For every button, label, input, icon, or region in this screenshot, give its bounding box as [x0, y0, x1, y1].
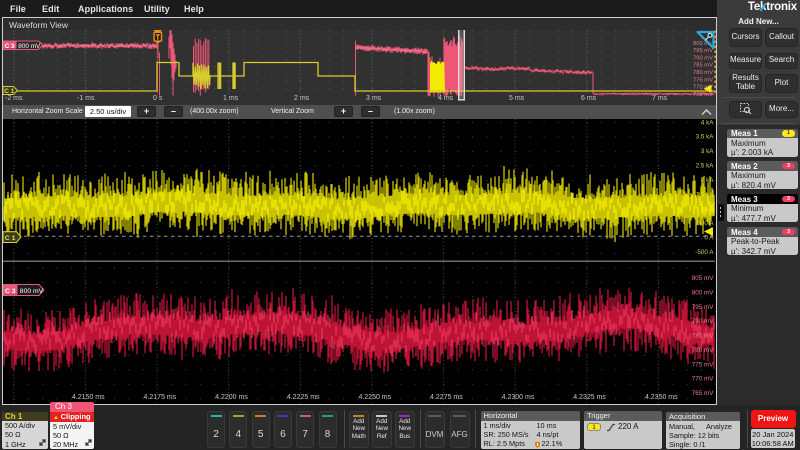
svg-text:775 mV: 775 mV [693, 77, 713, 83]
svg-text:3 kA: 3 kA [701, 148, 714, 155]
svg-text:765 mV: 765 mV [692, 390, 715, 397]
svg-text:770 mV: 770 mV [692, 376, 715, 383]
svg-text:790 mV: 790 mV [693, 55, 713, 61]
svg-text:800 mV: 800 mV [692, 290, 715, 297]
svg-text:C 3: C 3 [5, 42, 15, 49]
svg-text:-500 A: -500 A [695, 249, 714, 256]
svg-text:C 3: C 3 [5, 288, 16, 295]
svg-text:800 mV: 800 mV [18, 42, 41, 49]
svg-text:765 mV: 765 mV [693, 91, 713, 97]
svg-text:795 mV: 795 mV [692, 304, 715, 311]
svg-text:780 mV: 780 mV [693, 70, 713, 76]
svg-text:C 1: C 1 [4, 88, 14, 95]
svg-text:795 mV: 795 mV [693, 48, 713, 54]
svg-text:785 mV: 785 mV [692, 333, 715, 340]
svg-text:2.5 kA: 2.5 kA [696, 163, 715, 170]
svg-text:775 mV: 775 mV [692, 361, 715, 368]
svg-text:785 mV: 785 mV [693, 62, 713, 68]
svg-text:C 1: C 1 [5, 235, 16, 242]
svg-text:0 A: 0 A [704, 235, 714, 242]
svg-text:800 mV: 800 mV [20, 288, 44, 295]
svg-text:780 mV: 780 mV [692, 347, 715, 354]
svg-text:3.5 kA: 3.5 kA [696, 134, 715, 141]
svg-text:805 mV: 805 mV [692, 275, 715, 282]
svg-text:4 kA: 4 kA [701, 119, 714, 126]
svg-text:790 mV: 790 mV [692, 318, 715, 325]
